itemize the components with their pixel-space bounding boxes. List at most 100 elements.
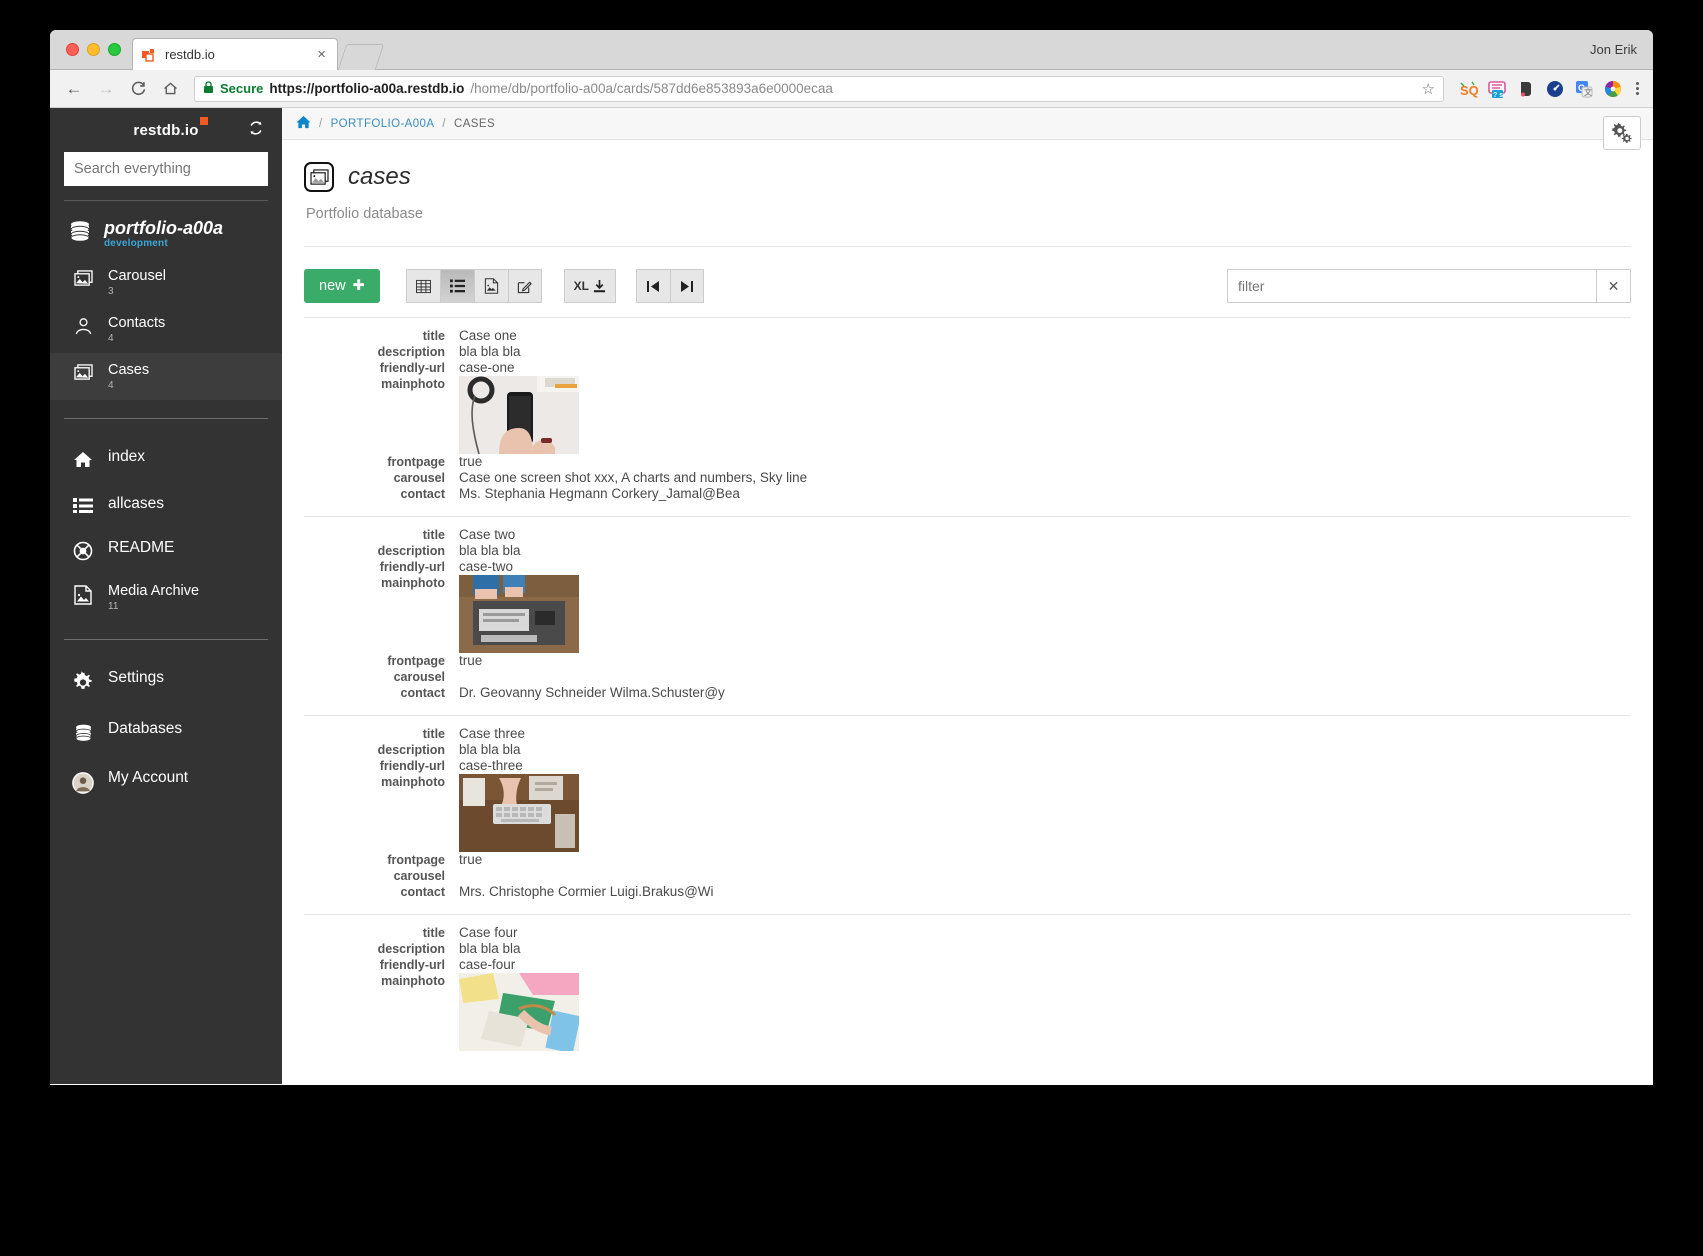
sidebar-item-label: allcases — [108, 494, 164, 512]
pink-notes-icon[interactable]: ? s — [1487, 79, 1507, 99]
field-row: description bla bla bla — [304, 742, 1631, 758]
browser-tab[interactable]: restdb.io × — [132, 38, 338, 70]
avatar-icon — [72, 769, 94, 795]
sidebar-item-cases[interactable]: Cases 4 — [50, 352, 282, 400]
browser-profile-name[interactable]: Jon Erik — [1590, 42, 1637, 57]
record-photo[interactable] — [459, 376, 579, 454]
field-key: contact — [400, 686, 445, 700]
breadcrumb-db-link[interactable]: PORTFOLIO-A00A — [331, 118, 435, 130]
search-input[interactable] — [64, 152, 268, 186]
last-page-button[interactable] — [669, 269, 704, 303]
field-key: contact — [400, 487, 445, 501]
record-row[interactable]: title Case two description bla bla bla f… — [304, 516, 1631, 715]
window-controls[interactable] — [66, 43, 121, 56]
sidebar-item-carousel[interactable]: Carousel 3 — [50, 259, 282, 306]
field-value: bla bla bla — [459, 344, 521, 359]
back-button[interactable]: ← — [60, 75, 88, 103]
field-value: true — [459, 653, 483, 668]
sidebar-item-settings[interactable]: Settings — [50, 656, 282, 707]
field-row: friendly-url case-one — [304, 360, 1631, 376]
evernote-icon[interactable] — [1516, 79, 1536, 99]
minimize-window-button[interactable] — [87, 43, 100, 56]
content-body: cases Portfolio database new ✚ XL filter… — [282, 140, 1653, 1065]
field-row: contact Ms. Stephania Hegmann Corkery_Ja… — [304, 486, 1631, 502]
sidebar-item-label: My Account — [108, 768, 189, 786]
new-record-button[interactable]: new ✚ — [304, 269, 380, 303]
color-wheel-icon[interactable] — [1603, 79, 1623, 99]
document-view-button[interactable] — [473, 269, 508, 303]
home-icon[interactable] — [296, 115, 311, 132]
close-window-button[interactable] — [66, 43, 79, 56]
google-translate-icon[interactable]: G文 — [1574, 79, 1594, 99]
field-value: bla bla bla — [459, 543, 521, 558]
field-value: Case one screen shot xxx, A charts and n… — [459, 470, 808, 485]
address-bar[interactable]: Secure https://portfolio-a00a.restdb.io /… — [194, 75, 1444, 102]
record-row[interactable]: title Case three description bla bla bla… — [304, 715, 1631, 914]
field-row: description bla bla bla — [304, 344, 1631, 360]
database-environment: development — [104, 237, 168, 249]
sidebar-bottom-section: Settings Databases My Account — [50, 646, 282, 820]
breadcrumb-separator: / — [319, 117, 323, 130]
sidebar-item-my-account[interactable]: My Account — [50, 756, 282, 808]
sidebar-item-readme[interactable]: README — [50, 526, 282, 574]
restdb-logo-text: restdb.io — [133, 116, 208, 139]
field-value: true — [459, 454, 483, 469]
restdb-logo-icon — [141, 47, 157, 63]
sidebar-item-label: index — [108, 447, 146, 465]
sidebar: restdb.io Search everything portfolio-a0… — [50, 108, 282, 1084]
home-button[interactable] — [156, 75, 184, 103]
view-mode-group — [405, 269, 542, 303]
bookmark-star-icon[interactable]: ☆ — [1422, 80, 1435, 98]
sq-icon[interactable]: SQ — [1458, 79, 1479, 99]
speedtest-icon[interactable] — [1545, 79, 1565, 99]
field-key: frontpage — [387, 853, 445, 867]
record-photo[interactable] — [459, 575, 579, 653]
clear-filter-button[interactable]: ✕ — [1597, 269, 1631, 303]
sidebar-brand[interactable]: restdb.io — [50, 108, 282, 144]
sidebar-search-wrap — [50, 144, 282, 200]
maximize-window-button[interactable] — [108, 43, 121, 56]
filter-input[interactable] — [1227, 269, 1597, 303]
field-row: carousel Case one screen shot xxx, A cha… — [304, 470, 1631, 486]
record-row[interactable]: title Case one description bla bla bla f… — [304, 317, 1631, 516]
field-row: friendly-url case-four — [304, 957, 1631, 973]
sidebar-item-index[interactable]: index — [50, 435, 282, 482]
field-row-photo: mainphoto — [304, 376, 1631, 454]
page-title-row: cases — [304, 162, 1631, 192]
edit-view-button[interactable] — [507, 269, 542, 303]
field-key: friendly-url — [379, 361, 445, 375]
field-key: friendly-url — [379, 759, 445, 773]
images-icon — [72, 268, 94, 287]
field-row: frontpage true — [304, 852, 1631, 868]
sidebar-item-contacts[interactable]: Contacts 4 — [50, 306, 282, 353]
first-page-button[interactable] — [635, 269, 670, 303]
browser-menu-button[interactable] — [1632, 82, 1643, 95]
sidebar-database[interactable]: portfolio-a00a development — [50, 211, 282, 259]
field-key: mainphoto — [381, 576, 445, 590]
sidebar-item-allcases[interactable]: allcases — [50, 482, 282, 526]
new-tab-button[interactable] — [337, 44, 385, 70]
field-value: case-three — [459, 758, 523, 773]
list-view-button[interactable] — [439, 269, 474, 303]
field-key: title — [422, 727, 445, 741]
sidebar-item-label: Carousel — [108, 267, 167, 284]
table-view-button[interactable] — [405, 269, 440, 303]
close-tab-button[interactable]: × — [314, 47, 329, 62]
list-icon — [72, 495, 94, 513]
export-group: XL — [563, 269, 616, 303]
settings-gears-button[interactable] — [1603, 116, 1641, 150]
record-row[interactable]: title Case four description bla bla bla … — [304, 914, 1631, 1065]
svg-text:? s: ? s — [1493, 92, 1503, 99]
forward-button[interactable]: → — [92, 75, 120, 103]
reload-button[interactable] — [124, 75, 152, 103]
sidebar-item-label: Databases — [108, 719, 183, 737]
refresh-icon[interactable] — [248, 120, 264, 140]
sidebar-item-databases[interactable]: Databases — [50, 707, 282, 756]
sidebar-item-media-archive[interactable]: Media Archive 11 — [50, 574, 282, 621]
pagination-group — [635, 269, 704, 303]
export-excel-button[interactable]: XL — [563, 269, 616, 303]
record-photo[interactable] — [459, 774, 579, 852]
record-photo[interactable] — [459, 973, 579, 1051]
breadcrumb: / PORTFOLIO-A00A / CASES — [282, 108, 1653, 140]
sidebar-pages-section: index allcases README Media Archive 11 — [50, 425, 282, 633]
